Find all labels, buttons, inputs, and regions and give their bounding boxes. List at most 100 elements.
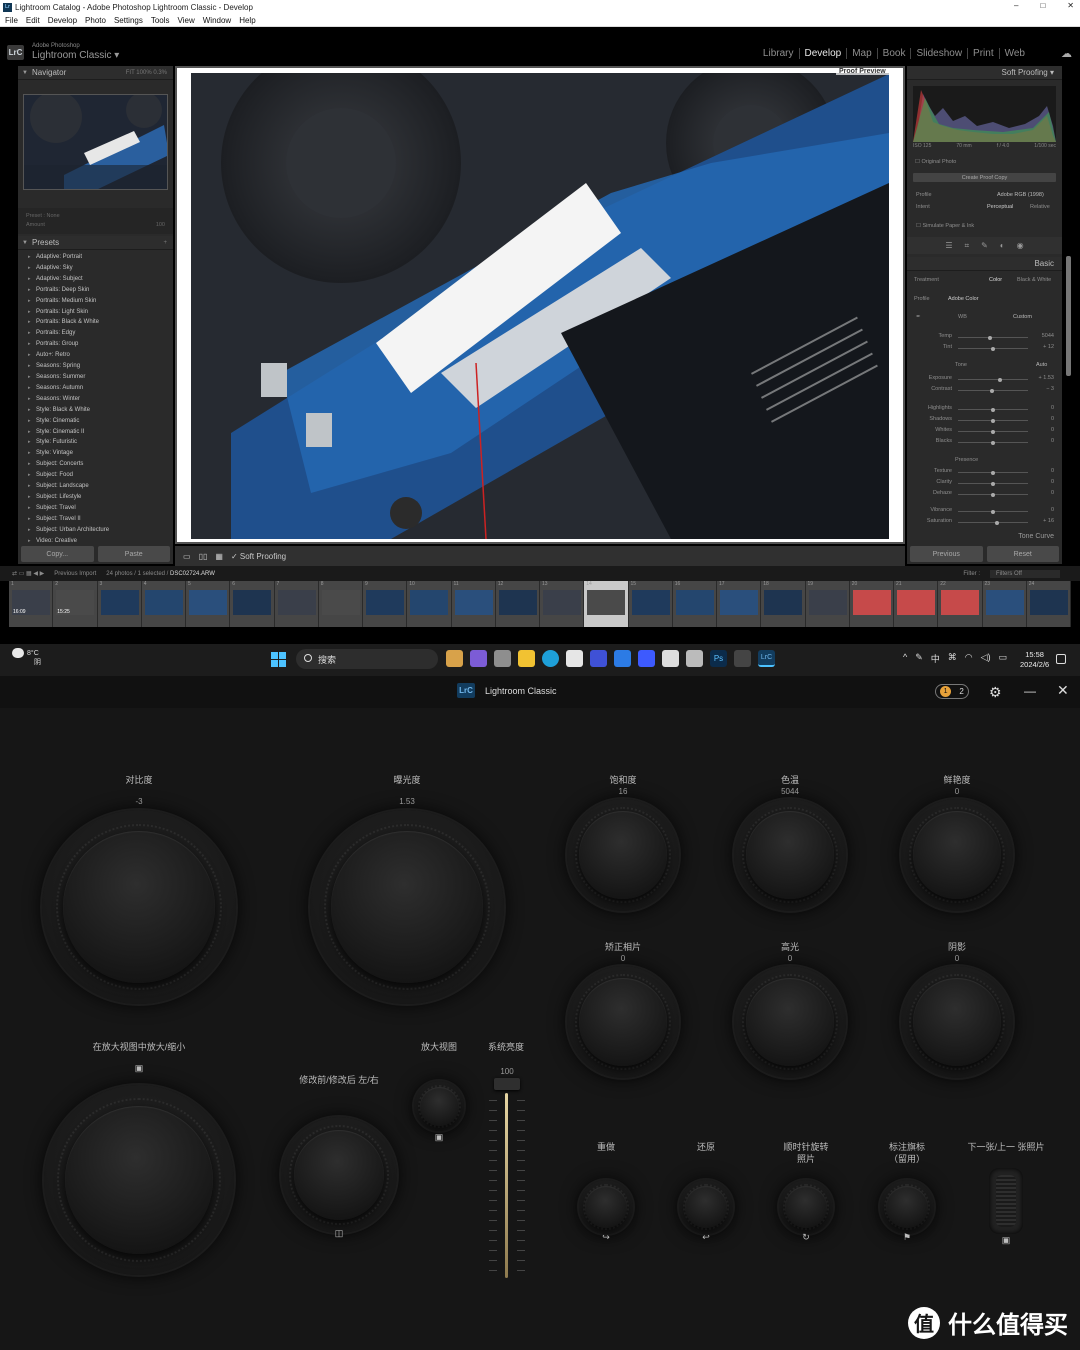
explorer-app-icon[interactable] bbox=[518, 650, 535, 667]
cloud-icon[interactable]: ☁ bbox=[1061, 47, 1072, 60]
filmstrip-thumbnail[interactable]: 16 bbox=[672, 581, 717, 627]
preset-item[interactable]: Auto+: Retro bbox=[28, 350, 173, 361]
undo-knob[interactable] bbox=[679, 1180, 733, 1234]
preset-item[interactable]: Portraits: Black & White bbox=[28, 317, 173, 328]
module-slideshow[interactable]: Slideshow bbox=[910, 48, 967, 59]
module-map[interactable]: Map bbox=[846, 48, 876, 59]
filmstrip-source[interactable]: Previous Import bbox=[54, 571, 96, 577]
filmstrip-thumbnail[interactable]: 7 bbox=[274, 581, 319, 627]
slider-track[interactable] bbox=[958, 388, 1028, 393]
saturation-knob[interactable] bbox=[567, 799, 679, 911]
app-icon-5[interactable] bbox=[686, 650, 703, 667]
app-icon-1[interactable] bbox=[590, 650, 607, 667]
slider-thumb[interactable] bbox=[991, 492, 995, 497]
slider-thumb[interactable] bbox=[991, 470, 995, 475]
knob-cap[interactable] bbox=[885, 1185, 929, 1229]
module-book[interactable]: Book bbox=[876, 48, 911, 59]
filmstrip-thumbnail[interactable]: 19 bbox=[805, 581, 850, 627]
battery-icon[interactable]: ▭ bbox=[999, 652, 1008, 665]
preset-item[interactable]: Subject: Travel II bbox=[28, 514, 173, 525]
preset-item[interactable]: Seasons: Spring bbox=[28, 361, 173, 372]
slider-value[interactable]: 0 bbox=[1034, 438, 1054, 444]
app-icon-6[interactable] bbox=[734, 650, 751, 667]
temp-knob[interactable] bbox=[734, 799, 846, 911]
preset-item[interactable]: Adaptive: Subject bbox=[28, 274, 173, 285]
lightroom-app-icon[interactable]: LrC bbox=[758, 650, 775, 667]
wb-select[interactable]: Custom bbox=[1013, 314, 1032, 320]
auto-button[interactable]: Auto bbox=[1036, 362, 1047, 368]
knob-cap[interactable] bbox=[579, 811, 667, 899]
app-icon-3[interactable] bbox=[638, 650, 655, 667]
menu-view[interactable]: View bbox=[178, 16, 195, 25]
slider-value[interactable]: + 12 bbox=[1034, 344, 1054, 350]
notification-icon[interactable] bbox=[1056, 654, 1066, 664]
knob-cap[interactable] bbox=[419, 1086, 459, 1126]
slider-track[interactable] bbox=[958, 335, 1028, 340]
copilot-app-icon[interactable] bbox=[470, 650, 487, 667]
slider-thumb[interactable] bbox=[994, 520, 999, 525]
filmstrip-nav-icon[interactable]: ⇄ ▭ ▦ ◀ ▶ bbox=[12, 570, 44, 577]
simulate-checkbox[interactable]: ☐ Simulate Paper & Ink bbox=[916, 223, 974, 229]
slider-value[interactable]: 0 bbox=[1034, 479, 1054, 485]
module-web[interactable]: Web bbox=[998, 48, 1030, 59]
slider-value[interactable]: 0 bbox=[1034, 405, 1054, 411]
slider-value[interactable]: 5044 bbox=[1034, 333, 1054, 339]
windows-start-icon[interactable] bbox=[271, 652, 286, 667]
exposure-knob[interactable] bbox=[310, 810, 504, 1004]
filmstrip-thumbnail[interactable]: 4 bbox=[141, 581, 186, 627]
menu-settings[interactable]: Settings bbox=[114, 16, 143, 25]
knob-cap[interactable] bbox=[913, 978, 1001, 1066]
treatment-color[interactable]: Color bbox=[989, 277, 1002, 283]
preset-item[interactable]: Style: Black & White bbox=[28, 405, 173, 416]
preset-item[interactable]: Subject: Lifestyle bbox=[28, 492, 173, 503]
slider-track[interactable] bbox=[958, 470, 1028, 475]
rotate-knob[interactable] bbox=[779, 1180, 833, 1234]
slider-thumb[interactable] bbox=[987, 335, 992, 340]
knob-cap[interactable] bbox=[331, 831, 483, 983]
knob-cap[interactable] bbox=[913, 811, 1001, 899]
filmstrip-thumbnail[interactable]: 5 bbox=[186, 581, 231, 627]
filmstrip-thumbnail[interactable]: 9 bbox=[363, 581, 408, 627]
beforeafter-knob[interactable] bbox=[281, 1117, 397, 1233]
navigator-thumbnail[interactable] bbox=[23, 94, 168, 190]
module-develop[interactable]: Develop bbox=[798, 48, 847, 59]
intent-perceptual[interactable]: Perceptual bbox=[987, 204, 1013, 210]
menu-edit[interactable]: Edit bbox=[26, 16, 40, 25]
slider-thumb[interactable] bbox=[991, 418, 995, 423]
slider-track[interactable] bbox=[958, 418, 1028, 423]
edge-app-icon[interactable] bbox=[542, 650, 559, 667]
preset-item[interactable]: Subject: Concerts bbox=[28, 459, 173, 470]
preset-item[interactable]: Adaptive: Sky bbox=[28, 263, 173, 274]
knob-cap[interactable] bbox=[293, 1129, 385, 1221]
menu-tools[interactable]: Tools bbox=[151, 16, 170, 25]
knob-cap[interactable] bbox=[64, 1105, 214, 1255]
slider-track[interactable] bbox=[958, 440, 1028, 445]
preset-item[interactable]: Portraits: Group bbox=[28, 339, 173, 350]
clock[interactable]: 15:58 2024/2/6 bbox=[1020, 650, 1049, 670]
redeye-icon[interactable]: ◉ bbox=[1017, 241, 1024, 250]
slider-thumb[interactable] bbox=[991, 509, 995, 514]
slider-thumb[interactable] bbox=[991, 440, 995, 445]
treatment-bw[interactable]: Black & White bbox=[1017, 277, 1051, 283]
menu-file[interactable]: File bbox=[5, 16, 18, 25]
reset-button[interactable]: Reset bbox=[986, 546, 1059, 562]
preset-item[interactable]: Subject: Food bbox=[28, 470, 173, 481]
preset-item[interactable]: Seasons: Winter bbox=[28, 394, 173, 405]
close-icon[interactable]: ✕ bbox=[1057, 682, 1069, 699]
masking-icon[interactable]: ◐ bbox=[1000, 241, 1005, 250]
preset-item[interactable]: Style: Futuristic bbox=[28, 437, 173, 448]
slider-track[interactable] bbox=[958, 481, 1028, 486]
navigator-header[interactable]: ▼ Navigator FIT 100% 0.3% bbox=[18, 66, 173, 80]
weather-widget[interactable]: 8°C 阴 bbox=[12, 648, 41, 667]
zoom-knob[interactable] bbox=[44, 1085, 234, 1275]
preset-item[interactable]: Portraits: Light Skin bbox=[28, 307, 173, 318]
slider-value[interactable]: + 1.53 bbox=[1034, 375, 1054, 381]
preset-item[interactable]: Portraits: Edgy bbox=[28, 328, 173, 339]
basic-header[interactable]: Basic bbox=[907, 257, 1062, 271]
flag-knob[interactable] bbox=[880, 1180, 934, 1234]
main-photo[interactable] bbox=[191, 73, 889, 539]
slider-thumb[interactable] bbox=[991, 481, 995, 486]
intent-relative[interactable]: Relative bbox=[1030, 204, 1050, 210]
wifi-icon[interactable]: ◠ bbox=[965, 652, 973, 665]
preset-item[interactable]: Portraits: Deep Skin bbox=[28, 285, 173, 296]
